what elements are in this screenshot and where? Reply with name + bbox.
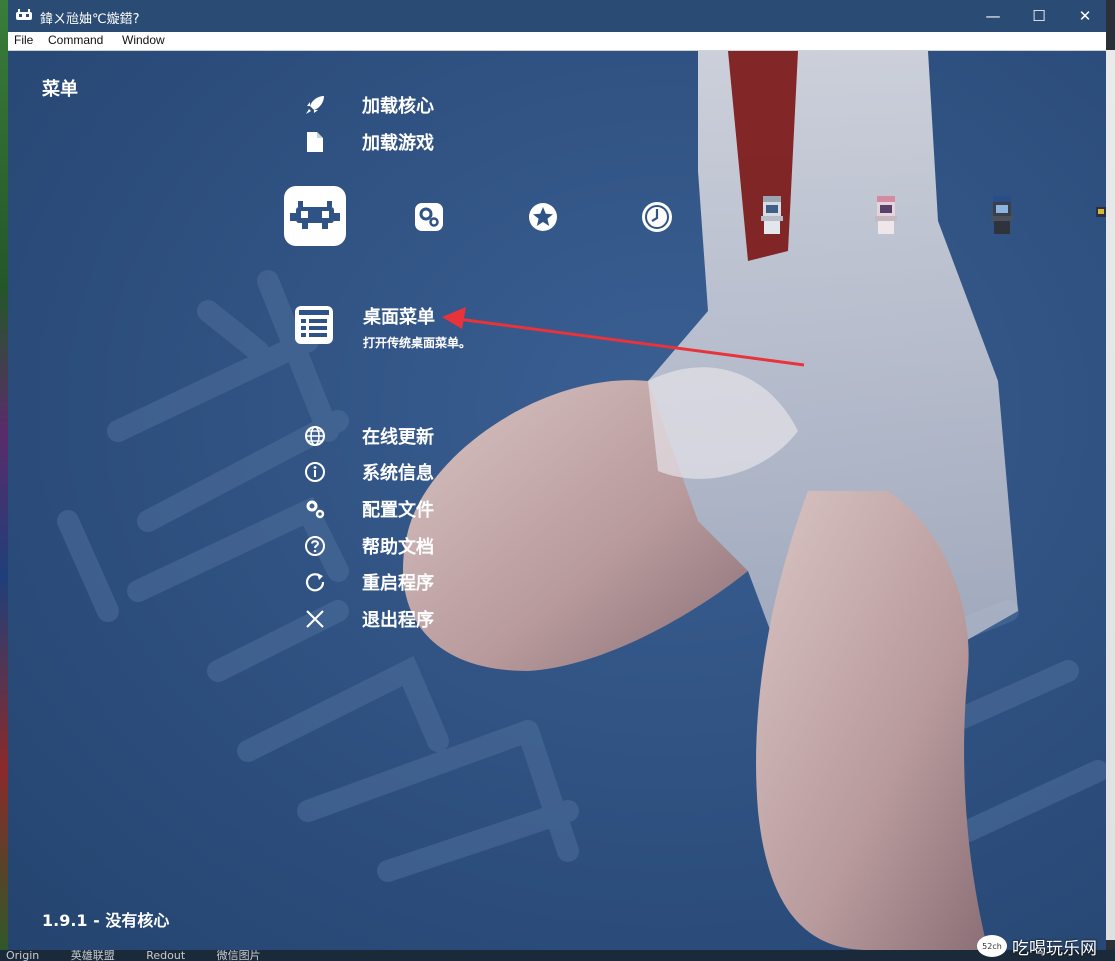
xmb-menu-area: 菜单 加载核心 加载游戏 桌面菜单 打开传统桌面菜单。 在线更新 系统信息 配置… (8, 51, 1106, 950)
arcade-cabinet-icon (875, 196, 897, 234)
menu-item-label: 帮助文档 (362, 537, 434, 558)
menu-item-configuration[interactable]: 配置文件 (298, 495, 434, 523)
watermark-badge-icon: 52ch (977, 935, 1007, 957)
taskbar-item[interactable]: 英雄联盟 (71, 950, 115, 961)
wallpaper-background (8, 51, 1106, 950)
rocket-icon (298, 93, 332, 117)
app-icon (16, 9, 32, 20)
site-watermark: 52ch 吃喝玩乐网 (976, 932, 1097, 960)
close-window-icon: ✕ (1078, 7, 1092, 25)
info-icon (298, 460, 332, 484)
gear-icon (415, 203, 443, 231)
menu-item-label: 退出程序 (362, 610, 434, 631)
watermark-badge-text: 52ch (982, 942, 1002, 951)
desktop-background-right (1106, 50, 1115, 940)
menu-item-online-updater[interactable]: 在线更新 (298, 422, 434, 450)
menu-title: 菜单 (42, 79, 78, 100)
menu-item-label: 加载核心 (362, 96, 434, 117)
arcade-cabinet-icon (991, 196, 1013, 234)
taskbar-item[interactable]: 微信图片 (217, 950, 261, 961)
tab-favorites[interactable] (526, 201, 560, 233)
menu-bar: File Command Window (8, 32, 1106, 51)
tab-arcade-playlist-2[interactable] (874, 195, 898, 235)
minimize-button[interactable]: — (970, 0, 1016, 32)
menu-item-quit[interactable]: 退出程序 (298, 605, 434, 633)
menu-item-restart[interactable]: 重启程序 (298, 568, 434, 596)
globe-icon (298, 424, 332, 448)
menu-item-label: 在线更新 (362, 427, 434, 448)
featured-item-title: 桌面菜单 (363, 307, 435, 328)
tab-arcade-playlist-1[interactable] (760, 195, 784, 235)
tab-history[interactable] (640, 201, 674, 233)
taskbar: Origin 英雄联盟 Redout 微信图片 (0, 950, 1115, 961)
menu-item-information[interactable]: 系统信息 (298, 458, 434, 486)
desktop-background-left (0, 0, 8, 961)
watermark-text: 吃喝玩乐网 (1012, 938, 1097, 959)
maximize-button[interactable]: ☐ (1016, 0, 1062, 32)
menu-item-label: 配置文件 (362, 500, 434, 521)
tab-more-partial[interactable] (1096, 207, 1106, 223)
version-status: 1.9.1 - 没有核心 (42, 911, 170, 930)
arcade-cabinet-icon (761, 196, 783, 234)
menu-item-help[interactable]: 帮助文档 (298, 532, 434, 560)
tab-settings[interactable] (412, 201, 446, 233)
arcade-cabinet-icon (1096, 207, 1106, 217)
tab-main-menu[interactable] (284, 186, 346, 246)
window-title: 鍏ㄨ兘妯℃嫙鍣? (40, 12, 140, 27)
restart-icon (298, 570, 332, 594)
minimize-icon: — (985, 7, 1001, 25)
menu-item-label: 系统信息 (362, 463, 434, 484)
close-icon (298, 607, 332, 631)
gear-icon (298, 497, 332, 521)
clock-icon (642, 202, 672, 232)
taskbar-item[interactable]: Origin (6, 950, 39, 961)
retroarch-window: 鍏ㄨ兘妯℃嫙鍣? — ☐ ✕ File Command Window 菜单 加载… (8, 0, 1106, 950)
annotation-arrow (442, 307, 805, 367)
menu-item-load-game[interactable]: 加载游戏 (298, 128, 434, 156)
menu-file[interactable]: File (14, 33, 33, 47)
menu-item-load-core[interactable]: 加载核心 (298, 91, 434, 119)
menu-item-label: 加载游戏 (362, 133, 434, 154)
file-icon (298, 130, 332, 154)
star-icon (529, 203, 557, 231)
close-button[interactable]: ✕ (1062, 0, 1108, 32)
menu-item-label: 重启程序 (362, 573, 434, 594)
maximize-icon: ☐ (1032, 7, 1046, 25)
taskbar-item[interactable]: Redout (146, 950, 185, 961)
tab-arcade-playlist-3[interactable] (990, 195, 1014, 235)
menu-command[interactable]: Command (48, 33, 103, 47)
list-icon (295, 306, 333, 344)
title-bar[interactable]: 鍏ㄨ兘妯℃嫙鍣? — ☐ ✕ (8, 0, 1106, 32)
menu-window[interactable]: Window (122, 33, 165, 47)
help-icon (298, 534, 332, 558)
invader-icon (290, 201, 340, 229)
